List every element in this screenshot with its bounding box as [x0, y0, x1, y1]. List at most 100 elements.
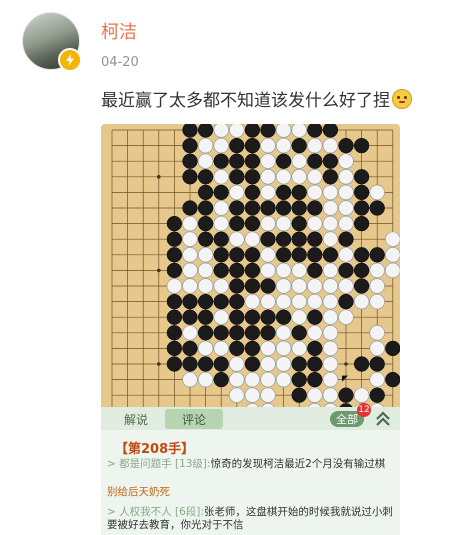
- black-stone: [197, 124, 214, 138]
- white-stone: [338, 247, 354, 263]
- white-stone: [260, 169, 276, 185]
- black-stone: [275, 309, 292, 325]
- white-stone: [260, 293, 276, 310]
- black-stone: [197, 200, 214, 216]
- white-stone: [182, 247, 198, 263]
- white-stone: [322, 215, 339, 232]
- white-stone: [291, 278, 307, 294]
- star-point: [157, 268, 161, 273]
- white-stone: [322, 309, 339, 325]
- black-stone: [307, 231, 323, 247]
- black-stone: [244, 184, 261, 201]
- white-stone: [385, 231, 400, 247]
- black-stone: [244, 169, 261, 185]
- avatar[interactable]: [22, 12, 82, 72]
- white-stone: [291, 153, 307, 169]
- black-stone: [291, 371, 307, 388]
- black-stone: [322, 153, 339, 169]
- white-stone: [182, 371, 198, 388]
- white-stone: [322, 293, 339, 310]
- white-stone: [291, 340, 307, 357]
- black-stone: [182, 137, 198, 154]
- black-stone: [166, 340, 183, 357]
- white-stone: [307, 184, 323, 201]
- black-stone: [197, 184, 214, 201]
- white-stone: [260, 340, 276, 357]
- black-stone: [307, 124, 323, 138]
- comment-text: 别给后天奶死: [107, 486, 170, 498]
- comment-author[interactable]: 人权我不人 [6段]:: [119, 506, 204, 518]
- username[interactable]: 柯洁: [101, 18, 137, 44]
- comment-author[interactable]: 都是问题手 [13级]:: [119, 458, 210, 470]
- white-stone: [291, 309, 307, 325]
- star-point: [157, 362, 161, 366]
- black-stone: [291, 387, 307, 403]
- white-stone: [244, 293, 261, 310]
- black-stone: [197, 231, 214, 247]
- white-stone: [213, 124, 229, 138]
- tab-commentary[interactable]: 解说: [107, 409, 165, 429]
- comment-text: 惊奇的发现柯洁最近2个月没有输过棋: [210, 458, 386, 470]
- black-stone: [244, 262, 261, 279]
- black-stone: [229, 325, 245, 341]
- black-stone: [307, 247, 323, 263]
- black-stone: [166, 309, 183, 325]
- white-stone: [213, 137, 229, 154]
- white-stone: [369, 184, 385, 201]
- white-stone: [369, 278, 385, 294]
- white-stone: [275, 371, 292, 388]
- white-stone: [275, 325, 292, 341]
- white-stone: [213, 340, 229, 357]
- white-stone: [182, 215, 198, 232]
- black-stone: [353, 137, 370, 154]
- tab-comments[interactable]: 评论: [165, 409, 223, 429]
- black-stone: [353, 215, 370, 232]
- white-stone: [260, 247, 276, 263]
- star-point: [157, 175, 161, 179]
- white-stone: [213, 215, 229, 232]
- black-stone: [166, 356, 183, 372]
- white-stone: [260, 137, 276, 154]
- black-stone: [353, 169, 370, 185]
- black-stone: [369, 356, 385, 372]
- black-stone: [229, 262, 245, 279]
- white-stone: [291, 293, 307, 310]
- white-stone: [291, 169, 307, 185]
- comment-panel: 解说 评论 全部 12 【第208手】 > 都是问题手 [13级]:惊奇的发现柯…: [101, 403, 400, 535]
- white-stone: [197, 371, 214, 388]
- white-stone: [275, 169, 292, 185]
- black-stone: [260, 325, 276, 341]
- black-stone: [166, 215, 183, 232]
- black-stone: [197, 169, 214, 185]
- black-stone: [182, 200, 198, 216]
- white-stone: [229, 371, 245, 388]
- post-image[interactable]: 解说 评论 全部 12 【第208手】 > 都是问题手 [13级]:惊奇的发现柯…: [101, 124, 400, 535]
- white-stone: [307, 325, 323, 341]
- double-chevron-up-icon[interactable]: [375, 410, 391, 428]
- white-stone: [369, 262, 385, 279]
- go-board: [101, 124, 400, 407]
- white-stone: [322, 371, 339, 388]
- white-stone: [338, 215, 354, 232]
- black-stone: [275, 153, 292, 169]
- black-stone: [197, 325, 214, 341]
- white-stone: [182, 278, 198, 294]
- white-stone: [275, 262, 292, 279]
- star-point: [344, 362, 348, 366]
- white-stone: [260, 387, 276, 403]
- white-stone: [369, 293, 385, 310]
- black-stone: [197, 356, 214, 372]
- black-stone: [353, 247, 370, 263]
- black-stone: [385, 371, 400, 388]
- black-stone: [385, 340, 400, 357]
- white-stone: [322, 200, 339, 216]
- white-stone: [260, 153, 276, 169]
- black-stone: [338, 137, 354, 154]
- black-stone: [182, 153, 198, 169]
- white-stone: [260, 184, 276, 201]
- white-stone: [322, 387, 339, 403]
- white-stone: [385, 247, 400, 263]
- white-stone: [338, 184, 354, 201]
- move-title: 【第208手】: [115, 442, 195, 457]
- black-stone: [353, 278, 370, 294]
